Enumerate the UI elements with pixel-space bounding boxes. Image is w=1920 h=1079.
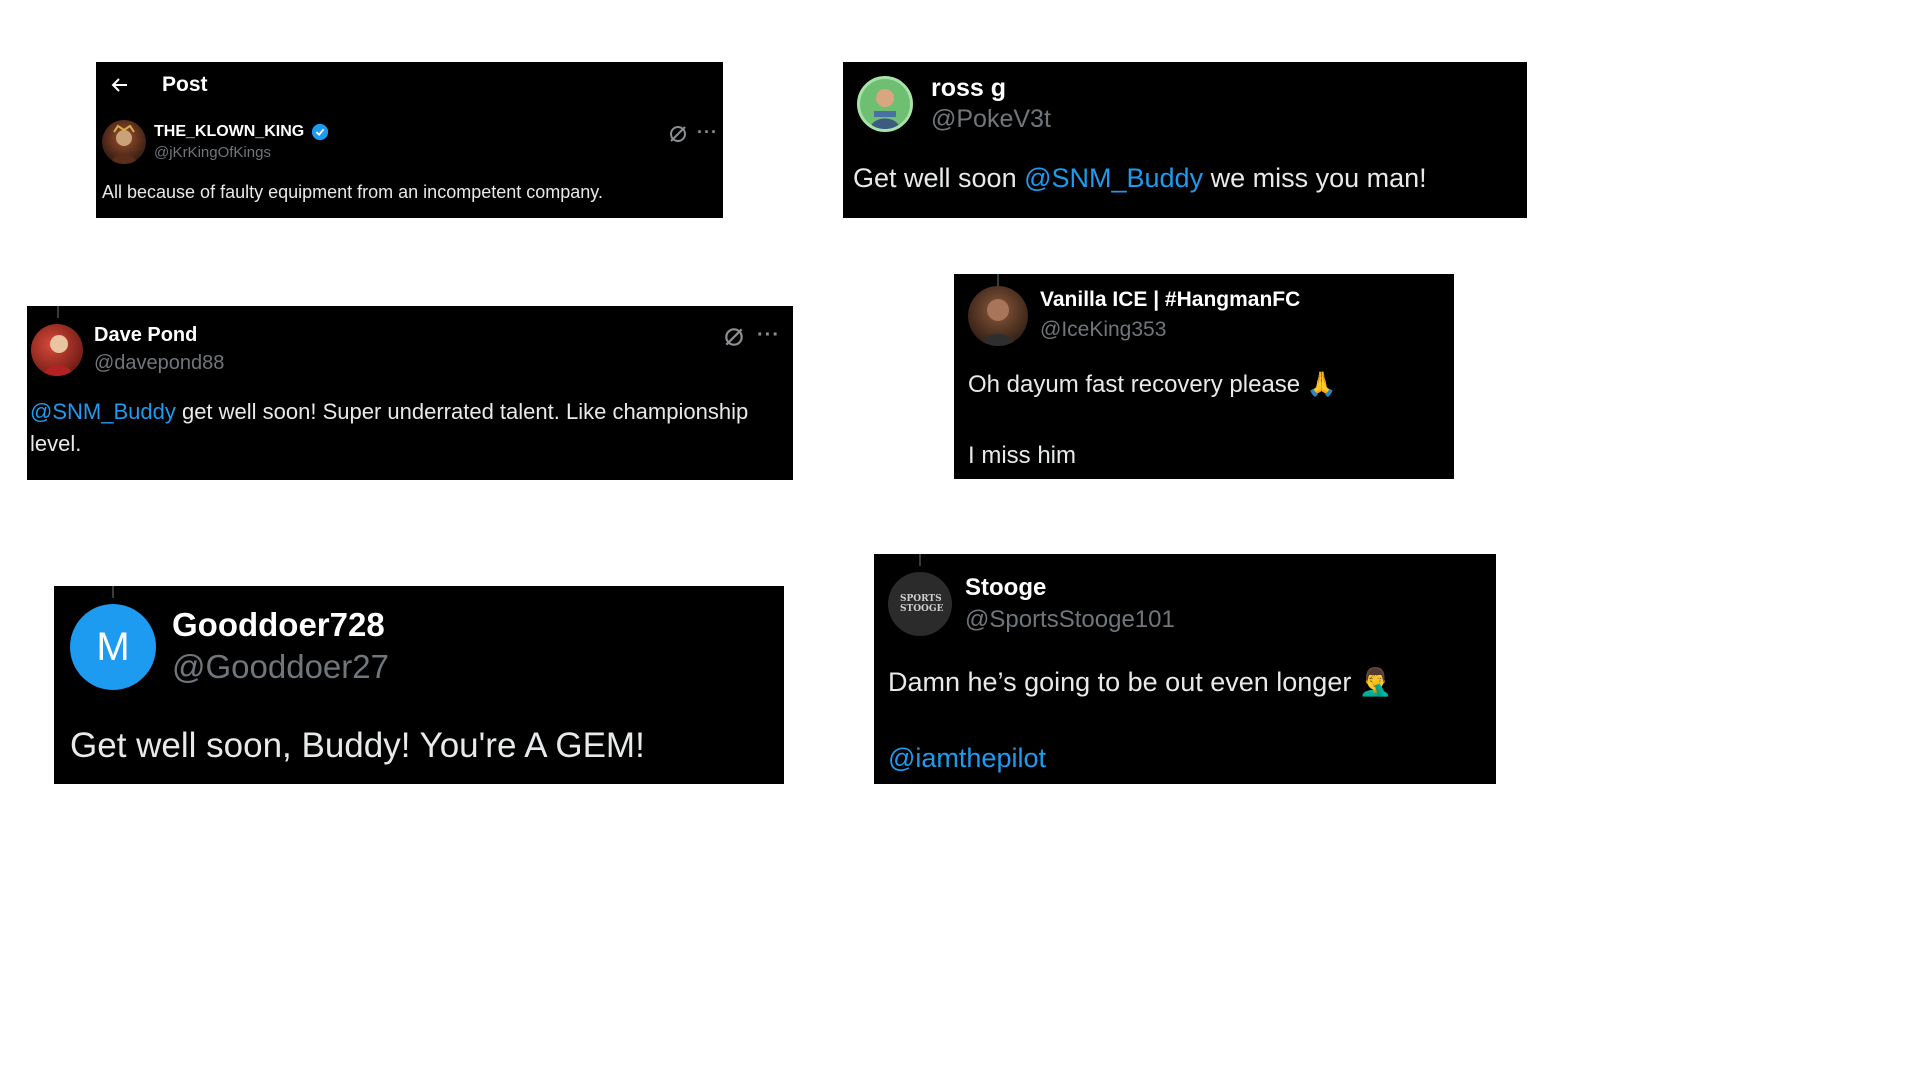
avatar[interactable]: M	[70, 604, 156, 690]
avatar-logo-text: SPORTS STOOGE	[900, 594, 944, 614]
display-name[interactable]: Stooge	[965, 574, 1046, 602]
display-name[interactable]: Gooddoer728	[172, 606, 385, 644]
thread-line	[57, 306, 59, 318]
username-handle[interactable]: @jKrKingOfKings	[154, 144, 271, 161]
avatar[interactable]	[968, 286, 1028, 346]
tweet-card-klown-king[interactable]: Post THE_KLOWN_KING @jKrKingOfKings ··· …	[96, 62, 723, 218]
tweet-card-ross-g[interactable]: ross g @PokeV3t Get well soon @SNM_Buddy…	[843, 62, 1527, 218]
grok-icon[interactable]	[721, 324, 747, 350]
username-handle[interactable]: @SportsStooge101	[965, 606, 1175, 634]
display-name[interactable]: THE_KLOWN_KING	[154, 122, 330, 142]
back-arrow-icon[interactable]	[108, 73, 132, 97]
tweet-card-gooddoer[interactable]: M Gooddoer728 @Gooddoer27 Get well soon,…	[54, 586, 784, 784]
avatar[interactable]	[31, 324, 83, 376]
mention-link[interactable]: @SNM_Buddy	[1024, 163, 1203, 193]
post-header: Post	[108, 68, 208, 102]
mention-link[interactable]: @iamthepilot	[888, 740, 1046, 776]
tweet-text-line-1: Oh dayum fast recovery please 🙏	[968, 371, 1337, 398]
tweet-card-stooge[interactable]: SPORTS STOOGE Stooge @SportsStooge101 Da…	[874, 554, 1496, 784]
tweet-text: Damn he’s going to be out even longer 🤦‍…	[888, 667, 1393, 697]
tweet-text: Get well soon, Buddy! You're A GEM!	[70, 726, 645, 765]
avatar-letter: M	[96, 624, 130, 669]
tweet-card-vanilla-ice[interactable]: Vanilla ICE | #HangmanFC @IceKing353 Oh …	[954, 274, 1454, 479]
more-options-icon[interactable]: ···	[757, 324, 780, 347]
more-options-icon[interactable]: ···	[697, 122, 718, 143]
avatar[interactable]	[857, 76, 913, 132]
tweet-text: All because of faulty equipment from an …	[102, 182, 603, 202]
tweet-text: Get well soon @SNM_Buddy we miss you man…	[853, 163, 1427, 193]
display-name[interactable]: Dave Pond	[94, 324, 197, 347]
grok-icon[interactable]	[666, 122, 690, 146]
tweet-text-line-2: I miss him	[968, 442, 1076, 469]
avatar[interactable]: SPORTS STOOGE	[888, 572, 952, 636]
post-header-title: Post	[162, 73, 208, 96]
tweet-text: @SNM_Buddy get well soon! Super underrat…	[30, 399, 749, 456]
username-handle[interactable]: @davepond88	[94, 352, 224, 375]
thread-line	[919, 554, 921, 566]
tweet-card-dave-pond[interactable]: Dave Pond @davepond88 ··· @SNM_Buddy get…	[27, 306, 793, 480]
display-name[interactable]: Vanilla ICE | #HangmanFC	[1040, 288, 1300, 312]
username-handle[interactable]: @IceKing353	[1040, 318, 1166, 342]
avatar[interactable]	[102, 120, 146, 164]
username-handle[interactable]: @Gooddoer27	[172, 648, 389, 686]
display-name[interactable]: ross g	[931, 74, 1006, 103]
thread-line	[112, 586, 114, 598]
mention-link[interactable]: @SNM_Buddy	[30, 399, 176, 424]
username-handle[interactable]: @PokeV3t	[931, 105, 1051, 134]
verified-badge-icon	[310, 122, 330, 142]
thread-line	[997, 274, 999, 286]
